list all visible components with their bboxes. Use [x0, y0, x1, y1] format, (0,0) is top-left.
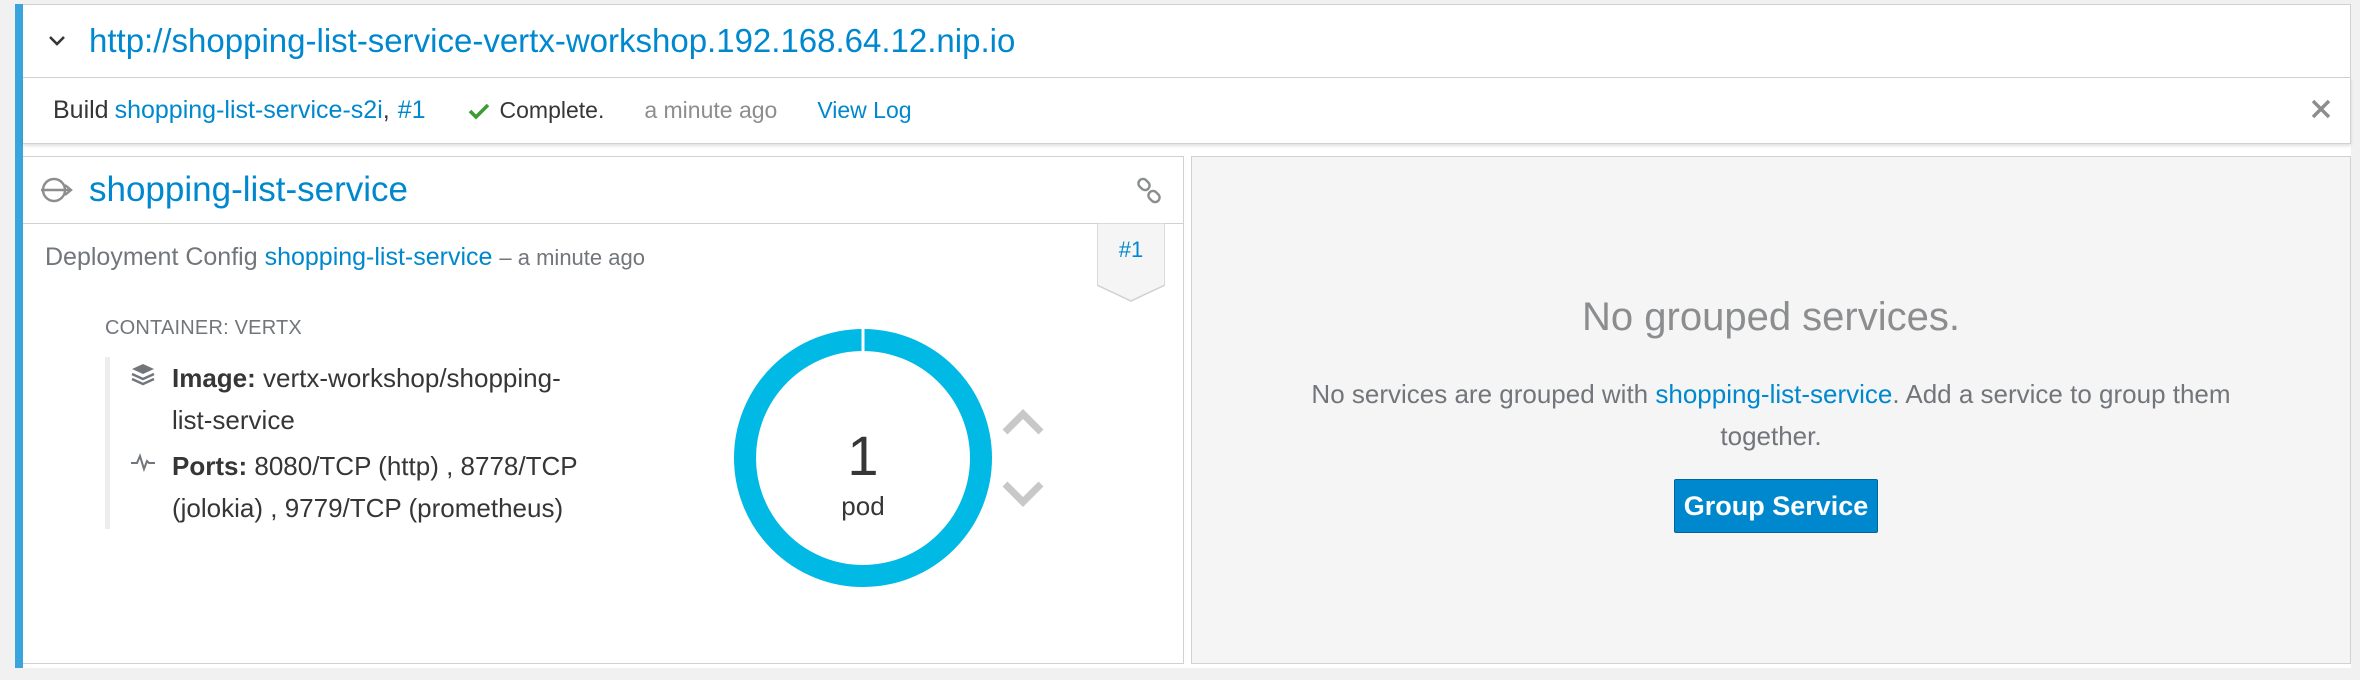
deployment-number-badge[interactable]: #1 [1097, 223, 1165, 303]
build-label: Build [53, 96, 109, 124]
image-key: Image: [172, 363, 256, 393]
chevron-up-icon[interactable] [1000, 407, 1046, 437]
pod-count: 1 [847, 424, 878, 487]
deployment-config-link[interactable]: shopping-list-service [265, 243, 493, 271]
close-icon[interactable] [2304, 92, 2338, 126]
service-name-link[interactable]: shopping-list-service [89, 170, 408, 210]
chevron-down-icon[interactable] [1000, 479, 1046, 509]
ports-key: Ports: [172, 451, 248, 481]
pod-label: pod [841, 491, 884, 521]
deployment-config-line: Deployment Config shopping-list-service … [45, 243, 645, 272]
route-url-link[interactable]: http://shopping-list-service-vertx-works… [89, 22, 1015, 60]
grouped-services-panel: No grouped services. No services are gro… [1191, 156, 2351, 664]
pod-donut-chart[interactable]: 1 pod [728, 323, 998, 598]
grouped-services-description: No services are grouped with shopping-li… [1292, 373, 2250, 457]
route-header: http://shopping-list-service-vertx-works… [23, 4, 2351, 78]
grouped-text-before: No services are grouped with [1311, 379, 1649, 409]
view-log-link[interactable]: View Log [817, 97, 911, 124]
service-icon [37, 170, 77, 210]
grouped-services-title: No grouped services. [1582, 295, 1960, 339]
chevron-down-icon[interactable] [37, 35, 77, 47]
build-config-link[interactable]: shopping-list-service-s2i [115, 96, 383, 125]
ports-property: Ports: 8080/TCP (http) , 8778/TCP (jolok… [130, 445, 592, 529]
build-time: a minute ago [644, 97, 778, 123]
check-icon [468, 102, 490, 120]
overview-card: http://shopping-list-service-vertx-works… [15, 4, 2351, 668]
build-notification: Build shopping-list-service-s2i, #1 Comp… [23, 78, 2351, 144]
build-separator: , [382, 96, 390, 124]
group-service-button[interactable]: Group Service [1674, 479, 1878, 533]
deployment-time: – a minute ago [499, 245, 645, 270]
build-number-link[interactable]: #1 [398, 96, 426, 125]
container-label: CONTAINER: VERTX [105, 317, 302, 339]
link-icon[interactable] [1135, 177, 1163, 205]
build-status: Complete. [499, 97, 605, 123]
deployment-number: #1 [1118, 237, 1144, 262]
deployment-panel: shopping-list-service Deployment Config … [23, 156, 1184, 664]
grouped-service-link[interactable]: shopping-list-service [1655, 379, 1892, 409]
pulse-icon [130, 445, 172, 529]
image-property: Image: vertx-workshop/shopping-list-serv… [130, 357, 592, 441]
container-details: Image: vertx-workshop/shopping-list-serv… [105, 357, 630, 529]
deployment-header: shopping-list-service [23, 157, 1183, 224]
layers-icon [130, 357, 172, 441]
deployment-config-label: Deployment Config [45, 243, 258, 271]
